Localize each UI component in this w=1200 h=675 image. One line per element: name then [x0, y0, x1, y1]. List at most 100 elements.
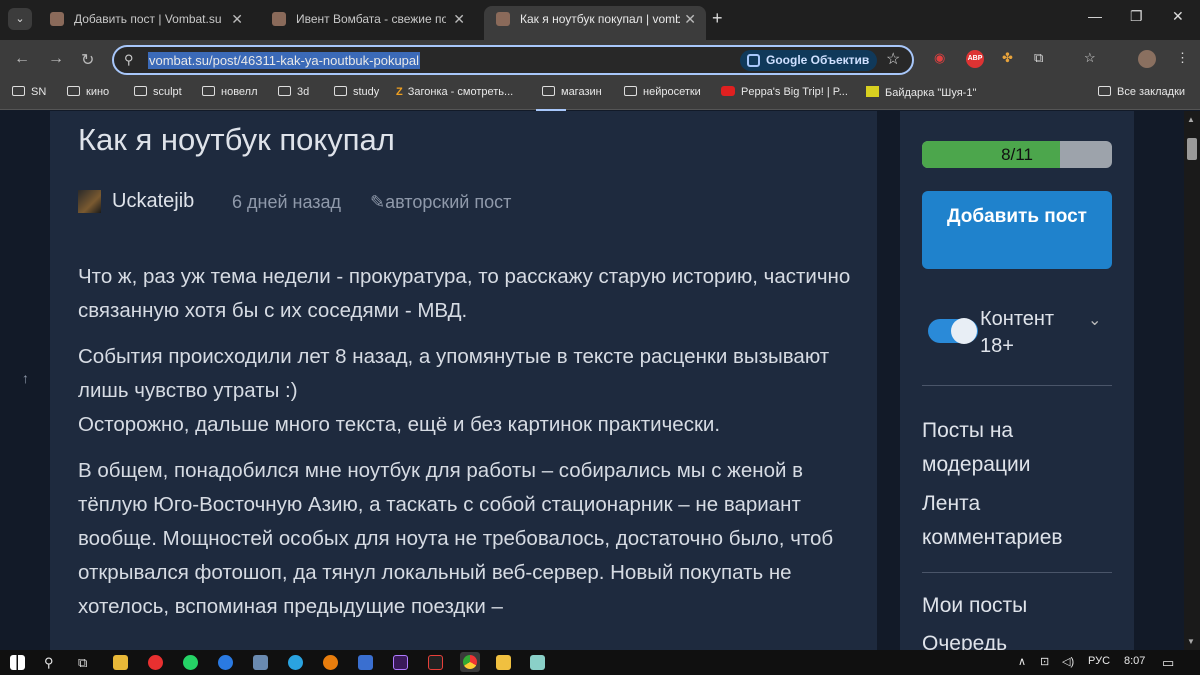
paragraph: События происходили лет 8 назад, а упомя…: [78, 340, 858, 442]
bookmark-label: новелл: [221, 86, 258, 98]
tray-chevron-up-icon[interactable]: ∧: [1018, 655, 1026, 668]
chevron-down-icon[interactable]: ⌄: [1088, 310, 1101, 330]
lens-icon: [747, 54, 760, 67]
reload-icon[interactable]: ↻: [81, 50, 94, 70]
scroll-to-top-icon[interactable]: ↑: [22, 370, 29, 386]
figma-icon[interactable]: [428, 655, 443, 670]
menu-dots-icon[interactable]: ⋮: [1176, 50, 1189, 66]
bookmark-label: Peppa's Big Trip! | P...: [741, 86, 848, 98]
abp-text: ABP: [967, 55, 983, 62]
scroll-down-icon[interactable]: ▼: [1187, 637, 1195, 646]
google-lens-button[interactable]: Google Объектив: [740, 50, 878, 71]
daily-progress-bar: 8/11: [922, 141, 1112, 168]
vombat-favicon-icon: [272, 12, 286, 26]
address-bar[interactable]: ⚲ vombat.su/post/46311-kak-ya-noutbuk-po…: [112, 45, 914, 75]
app-bolt-icon[interactable]: [496, 655, 511, 670]
minimize-icon[interactable]: —: [1088, 8, 1102, 24]
zagonka-icon: Z: [396, 86, 403, 98]
calculator-icon[interactable]: [253, 655, 268, 670]
url-text[interactable]: vombat.su/post/46311-kak-ya-noutbuk-poku…: [148, 52, 421, 69]
tab-add-post[interactable]: Добавить пост | Vombat.su ✕: [38, 6, 253, 40]
bookmark-3d[interactable]: 3d: [278, 86, 309, 98]
add-post-button[interactable]: Добавить пост: [922, 191, 1112, 269]
bookmark-label: Загонка - смотреть...: [407, 86, 514, 98]
blender-icon[interactable]: [323, 655, 338, 670]
close-window-icon[interactable]: ✕: [1172, 8, 1184, 25]
bookmark-magazin[interactable]: магазин: [542, 86, 602, 98]
folder-icon: [334, 86, 347, 96]
paragraph: Что ж, раз уж тема недели - прокуратура,…: [78, 265, 851, 322]
record-extension-icon[interactable]: ◉: [934, 50, 945, 66]
forward-icon[interactable]: →: [48, 50, 64, 68]
bookmark-study[interactable]: study: [334, 86, 379, 98]
bookmark-sn[interactable]: SN: [12, 86, 46, 98]
tab-event[interactable]: Ивент Вомбата - свежие посты ✕: [260, 6, 475, 40]
app-icon[interactable]: [358, 655, 373, 670]
content-18-toggle[interactable]: [928, 318, 978, 344]
bookmark-novell[interactable]: новелл: [202, 86, 258, 98]
badge-label: авторский пост: [385, 192, 512, 212]
tab-current-post[interactable]: Как я ноутбук покупал | vomb ✕: [484, 6, 706, 40]
whatsapp-icon[interactable]: [183, 655, 198, 670]
input-language[interactable]: РУС: [1088, 655, 1110, 667]
lens-label: Google Объектив: [766, 53, 870, 67]
bookmark-label: Все закладки: [1117, 86, 1186, 98]
divider: [922, 572, 1112, 573]
author-avatar[interactable]: [78, 190, 101, 213]
tab-search-button[interactable]: ⌄: [8, 8, 32, 30]
colorful-extension-icon[interactable]: ✤: [1002, 50, 1013, 66]
new-tab-icon[interactable]: +: [712, 8, 723, 29]
file-explorer-icon[interactable]: [113, 655, 128, 670]
bookmark-label: sculpt: [153, 86, 182, 98]
bookmark-baidarka[interactable]: Байдарка "Шуя-1": [866, 86, 976, 99]
post-time: 6 дней назад: [232, 192, 342, 212]
close-tab-icon[interactable]: ✕: [231, 6, 243, 32]
after-effects-icon[interactable]: [393, 655, 408, 670]
tab-title: Ивент Вомбата - свежие посты: [296, 12, 446, 26]
page-scrollbar[interactable]: ▲ ▼: [1184, 111, 1200, 650]
tab-title: Добавить пост | Vombat.su: [74, 12, 222, 26]
author-name[interactable]: Uckatejib: [112, 190, 194, 213]
close-tab-icon[interactable]: ✕: [453, 6, 465, 32]
tab-title: Как я ноутбук покупал | vomb: [520, 12, 680, 26]
paragraph: В общем, понадобился мне ноутбук для раб…: [78, 459, 834, 618]
bookmark-label: SN: [31, 86, 47, 98]
volume-icon[interactable]: ◁): [1062, 655, 1074, 668]
bookmarks-manager-icon[interactable]: ☆: [1084, 50, 1096, 66]
bookmark-peppa[interactable]: Peppa's Big Trip! | P...: [721, 86, 848, 98]
chrome-active-taskbar[interactable]: [460, 652, 480, 672]
browser-icon[interactable]: [218, 655, 233, 670]
post-body: Что ж, раз уж тема недели - прокуратура,…: [78, 260, 858, 636]
task-view-icon[interactable]: ⧉: [78, 655, 87, 671]
adblock-extension-icon[interactable]: ABP: [966, 50, 984, 68]
site-info-icon[interactable]: ⚲: [124, 52, 134, 68]
restore-icon[interactable]: ❐: [1130, 8, 1143, 25]
folder-icon: [278, 86, 291, 96]
folder-icon: [202, 86, 215, 96]
notepad-icon[interactable]: [530, 655, 545, 670]
sidebar-link-comments[interactable]: Лента комментариев: [922, 487, 1112, 555]
telegram-icon[interactable]: [288, 655, 303, 670]
search-icon[interactable]: ⚲: [44, 655, 54, 671]
authored-post-badge: ✎авторский пост: [370, 192, 511, 213]
scroll-thumb[interactable]: [1187, 138, 1197, 160]
clock[interactable]: 8:07: [1124, 655, 1145, 667]
sidebar-link-my-posts[interactable]: Мои посты: [922, 589, 1027, 623]
network-icon[interactable]: ⊡: [1040, 655, 1049, 668]
sidebar-link-moderation[interactable]: Посты на модерации: [922, 414, 1112, 482]
bookmark-kino[interactable]: кино: [67, 86, 109, 98]
bookmark-star-icon[interactable]: ☆: [886, 49, 900, 69]
all-bookmarks[interactable]: Все закладки: [1098, 86, 1185, 98]
windows-start-icon[interactable]: [10, 655, 25, 670]
bookmark-sculpt[interactable]: sculpt: [134, 86, 182, 98]
extensions-puzzle-icon[interactable]: ⧉: [1034, 50, 1043, 66]
yandex-browser-icon[interactable]: [148, 655, 163, 670]
bookmark-zagonka[interactable]: Z Загонка - смотреть...: [396, 86, 513, 98]
close-tab-icon[interactable]: ✕: [684, 6, 696, 32]
scroll-up-icon[interactable]: ▲: [1187, 115, 1195, 124]
profile-avatar[interactable]: [1138, 50, 1156, 68]
back-icon[interactable]: ←: [14, 50, 30, 68]
bookmark-neirosetki[interactable]: нейросетки: [624, 86, 701, 98]
sidebar-link-queue[interactable]: Очередь: [922, 627, 1007, 650]
notifications-icon[interactable]: ▭: [1162, 655, 1174, 671]
